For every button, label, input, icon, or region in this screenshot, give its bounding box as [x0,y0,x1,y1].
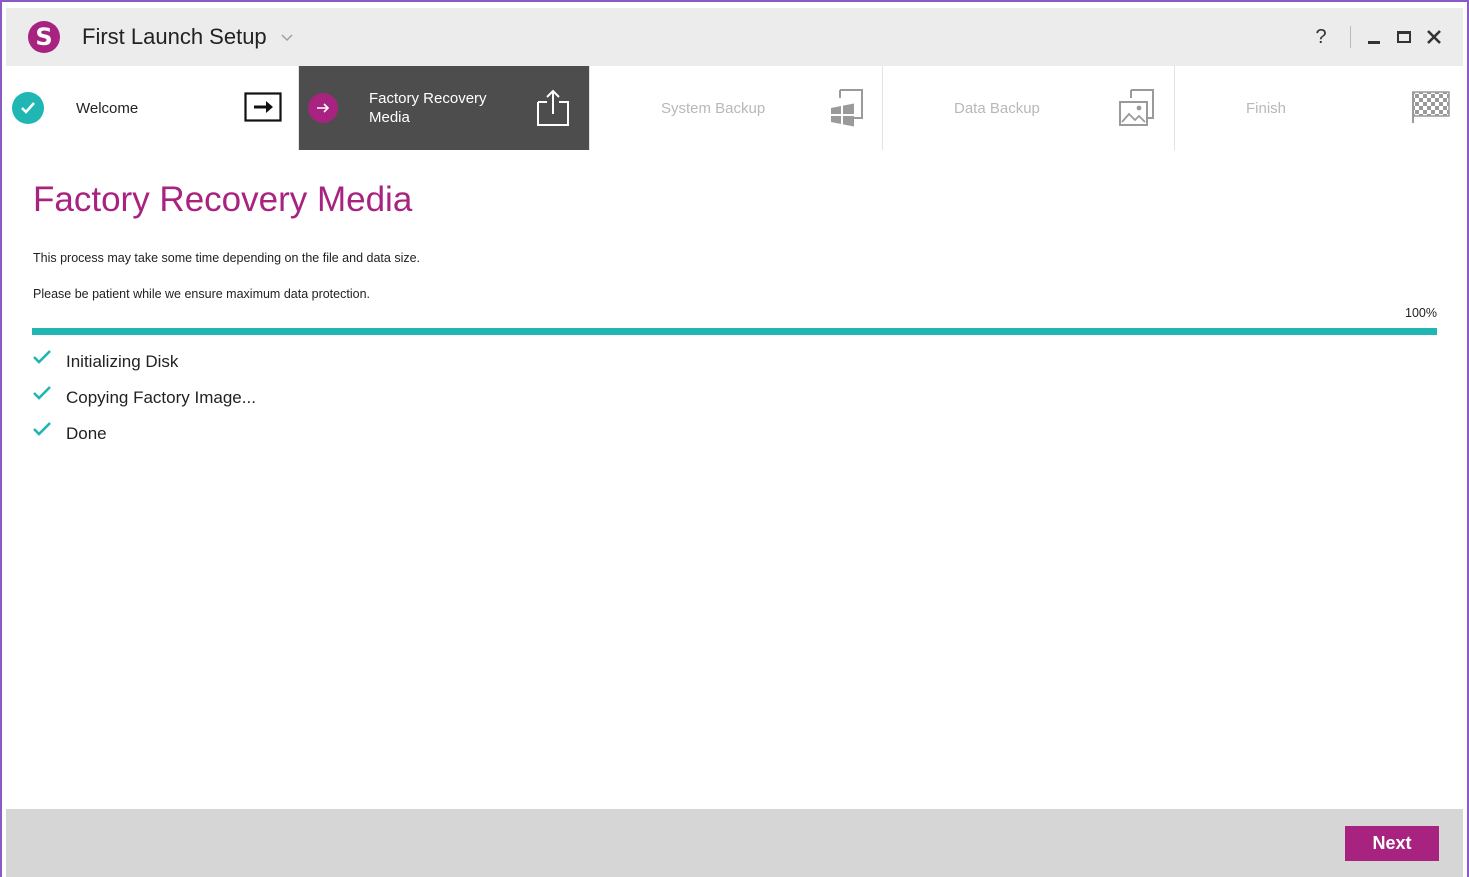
step-data-backup[interactable]: Data Backup [883,66,1175,150]
next-button[interactable]: Next [1345,826,1439,861]
step-navigation: Welcome Factory Recovery Media System Ba… [6,66,1463,150]
step-active-arrow-icon [308,93,338,123]
maximize-icon [1397,31,1411,43]
footer-bar: Next [6,809,1463,877]
check-icon [33,386,51,400]
step-factory-recovery-media[interactable]: Factory Recovery Media [299,66,590,150]
title-bar: S First Launch Setup ? [6,8,1463,66]
description-text: This process may take some time dependin… [33,251,421,265]
progress-bar [32,328,1437,335]
minimize-icon [1368,40,1380,44]
help-button[interactable]: ? [1306,22,1336,52]
check-icon [33,422,51,436]
step-label: Welcome [76,100,139,117]
step-label: Factory Recovery Media [369,89,487,127]
description-text: Please be patient while we ensure maximu… [33,287,370,301]
check-icon [33,350,51,364]
step-label: System Backup [661,100,766,117]
step-system-backup[interactable]: System Backup [590,66,883,150]
window-controls: ? [1306,8,1449,66]
progress-percent: 100% [1405,306,1437,320]
task-item: Copying Factory Image... [32,380,256,416]
app-logo-icon: S [28,21,60,53]
minimize-button[interactable] [1359,22,1389,52]
controls-divider [1350,26,1351,48]
task-item: Initializing Disk [32,344,256,380]
enter-arrow-icon [244,92,282,127]
step-welcome[interactable]: Welcome [6,66,299,150]
task-item: Done [32,416,256,452]
page-title: Factory Recovery Media [33,180,413,219]
checkered-flag-icon [1411,90,1451,129]
progress-fill [32,328,1437,335]
chevron-down-icon[interactable] [281,29,293,45]
step-done-check-icon [12,92,44,124]
task-label: Initializing Disk [66,352,179,371]
step-label-line1: Factory Recovery [369,90,487,107]
windows-backup-icon [828,88,866,133]
main-content: Factory Recovery Media This process may … [6,150,1463,809]
step-label: Finish [1246,100,1287,117]
close-icon [1427,30,1441,44]
upload-box-icon [535,88,571,133]
image-backup-icon [1117,88,1157,133]
close-button[interactable] [1419,22,1449,52]
task-label: Copying Factory Image... [66,388,256,407]
setup-window: S First Launch Setup ? Welcome Factory R… [0,0,1469,877]
maximize-button[interactable] [1389,22,1419,52]
task-list: Initializing Disk Copying Factory Image.… [32,344,256,452]
app-title: First Launch Setup [82,24,267,49]
step-finish[interactable]: Finish [1175,66,1463,150]
step-label: Data Backup [954,100,1040,117]
task-label: Done [66,424,107,443]
step-label-line2: Media [369,109,410,126]
